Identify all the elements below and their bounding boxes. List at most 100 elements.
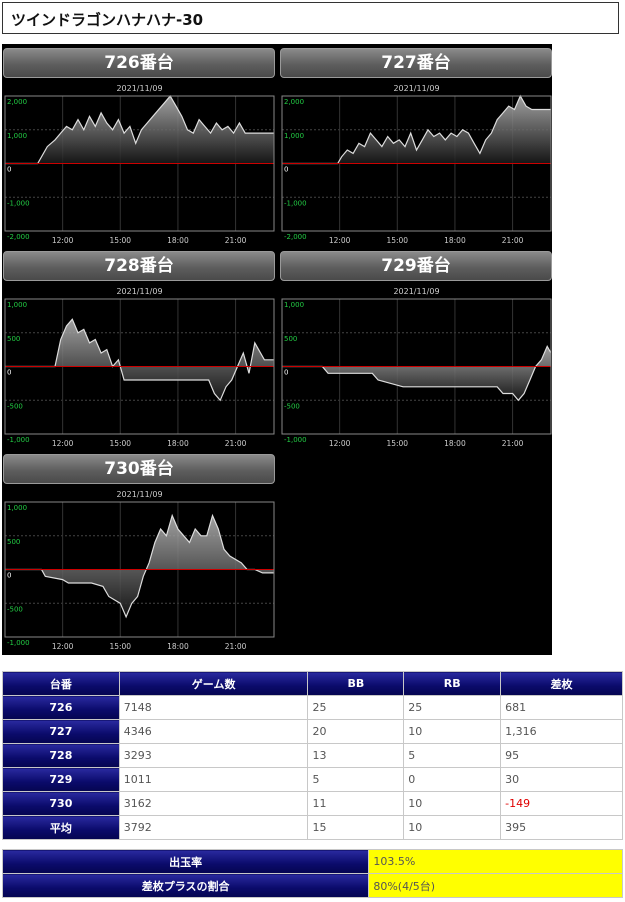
row-id: 729 xyxy=(2,767,120,792)
chart-panel-727: 727番台 2021/11/09 2,000 1,000 0 -1,000 -2,000 1… xyxy=(279,44,554,247)
page-title-box: ツインドラゴンハナハナ-30 xyxy=(2,2,619,34)
page-title: ツインドラゴンハナハナ-30 xyxy=(11,11,204,29)
table-row: 726 7148 25 25 681 xyxy=(2,695,623,720)
x-tick-label: 21:00 xyxy=(225,236,247,245)
y-tick-label: -2,000 xyxy=(284,233,307,241)
cell-diff: 1,316 xyxy=(500,719,623,744)
payout-value: 103.5% xyxy=(368,849,623,874)
table-header-row: 台番 ゲーム数 BB RB 差枚 xyxy=(2,671,623,696)
cell-games: 3293 xyxy=(118,743,309,768)
chart-panel-730: 730番台 2021/11/09 1,000 500 0 -500 -1,000 12:00… xyxy=(2,450,277,653)
x-tick-label: 21:00 xyxy=(502,439,524,448)
cell-games: 4346 xyxy=(118,719,309,744)
cell-bb: 25 xyxy=(307,695,405,720)
chart-panel-728: 728番台 2021/11/09 1,000 500 0 -500 -1,000 12:00… xyxy=(2,247,277,450)
y-tick-label: -1,000 xyxy=(284,199,307,207)
y-tick-label: -500 xyxy=(7,605,23,613)
y-tick-label: 2,000 xyxy=(284,98,304,106)
series-line xyxy=(5,318,274,402)
chart-header-728: 728番台 xyxy=(3,251,275,281)
chart-date: 2021/11/09 xyxy=(116,490,162,499)
series-area xyxy=(5,319,274,401)
x-tick-label: 12:00 xyxy=(329,236,351,245)
y-tick-label: 1,000 xyxy=(284,132,304,140)
chart-panel-726: 726番台 2021/11/09 2,000 1,000 0 -1,000 -2,000 1… xyxy=(2,44,277,247)
table-row-average: 平均 3792 15 10 395 xyxy=(2,815,623,840)
summary-row-payout: 出玉率 103.5% xyxy=(1,849,623,874)
y-tick-label: -500 xyxy=(284,402,300,410)
series-area xyxy=(5,515,274,617)
x-tick-label: 18:00 xyxy=(444,236,466,245)
chart-header-730: 730番台 xyxy=(3,454,275,484)
x-tick-label: 18:00 xyxy=(167,439,189,448)
y-tick-label: 1,000 xyxy=(7,301,27,309)
chart-date: 2021/11/09 xyxy=(116,84,162,93)
x-tick-label: 15:00 xyxy=(386,236,408,245)
x-tick-label: 15:00 xyxy=(109,236,131,245)
y-tick-label: 0 xyxy=(284,369,288,377)
series-area xyxy=(282,346,551,401)
cell-rb: 5 xyxy=(403,743,502,768)
chart-header-726: 726番台 xyxy=(3,48,275,78)
x-tick-label: 12:00 xyxy=(52,642,74,651)
y-tick-label: 1,000 xyxy=(7,132,27,140)
header-id: 台番 xyxy=(2,671,120,696)
y-tick-label: 500 xyxy=(7,538,20,546)
row-id: 727 xyxy=(2,719,120,744)
chart-729: 2021/11/09 1,000 500 0 -500 -1,000 12:00 15:00 1… xyxy=(281,287,552,448)
row-id: 728 xyxy=(2,743,120,768)
cell-rb: 10 xyxy=(403,791,502,816)
cell-bb: 15 xyxy=(307,815,405,840)
cell-bb: 13 xyxy=(307,743,405,768)
cell-rb: 25 xyxy=(403,695,502,720)
plus-ratio-value: 80%(4/5台) xyxy=(368,873,623,898)
chart-area: 726番台 2021/11/09 2,000 1,000 0 -1,000 -2,000 1… xyxy=(2,44,552,655)
cell-rb: 10 xyxy=(403,815,502,840)
row-id: 726 xyxy=(2,695,120,720)
chart-title: 730番台 xyxy=(104,459,174,479)
row-id: 平均 xyxy=(2,815,120,840)
table-row: 730 3162 11 10 -149 xyxy=(2,791,623,816)
y-tick-label: 500 xyxy=(284,335,297,343)
chart-726: 2021/11/09 2,000 1,000 0 -1,000 -2,000 12:00 15… xyxy=(4,84,275,245)
table-row: 729 1011 5 0 30 xyxy=(2,767,623,792)
chart-date: 2021/11/09 xyxy=(116,287,162,296)
chart-title: 728番台 xyxy=(104,256,174,276)
y-tick-label: -1,000 xyxy=(7,639,30,647)
x-tick-label: 12:00 xyxy=(52,439,74,448)
x-tick-label: 18:00 xyxy=(167,642,189,651)
cell-games: 3792 xyxy=(118,815,309,840)
x-tick-label: 15:00 xyxy=(109,642,131,651)
x-tick-label: 12:00 xyxy=(329,439,351,448)
cell-diff-negative: -149 xyxy=(500,791,623,816)
y-tick-label: 1,000 xyxy=(7,504,27,512)
y-tick-label: 500 xyxy=(7,335,20,343)
x-tick-label: 21:00 xyxy=(225,439,247,448)
cell-games: 7148 xyxy=(118,695,309,720)
y-tick-label: -500 xyxy=(7,402,23,410)
cell-diff: 395 xyxy=(500,815,623,840)
chart-title: 729番台 xyxy=(381,256,451,276)
table-row: 727 4346 20 10 1,316 xyxy=(2,719,623,744)
chart-title: 726番台 xyxy=(104,53,174,73)
y-tick-label: 0 xyxy=(7,166,11,174)
x-tick-label: 18:00 xyxy=(167,236,189,245)
row-id: 730 xyxy=(2,791,120,816)
chart-date: 2021/11/09 xyxy=(393,287,439,296)
x-tick-label: 18:00 xyxy=(444,439,466,448)
payout-label: 出玉率 xyxy=(1,849,370,874)
cell-rb: 10 xyxy=(403,719,502,744)
cell-diff: 30 xyxy=(500,767,623,792)
summary-table: 出玉率 103.5% 差枚プラスの割合 80%(4/5台) xyxy=(1,849,623,898)
chart-panel-729: 729番台 2021/11/09 1,000 500 0 -500 -1,000 12:00… xyxy=(279,247,554,450)
header-diff: 差枚 xyxy=(500,671,623,696)
machine-table: 台番 ゲーム数 BB RB 差枚 726 7148 25 25 681 727 … xyxy=(2,671,623,840)
y-tick-label: 0 xyxy=(284,166,288,174)
plus-ratio-label: 差枚プラスの割合 xyxy=(1,873,370,898)
cell-bb: 5 xyxy=(307,767,405,792)
y-tick-label: 0 xyxy=(7,572,11,580)
x-tick-label: 15:00 xyxy=(109,439,131,448)
y-tick-label: -1,000 xyxy=(284,436,307,444)
y-tick-label: -1,000 xyxy=(7,436,30,444)
cell-rb: 0 xyxy=(403,767,502,792)
